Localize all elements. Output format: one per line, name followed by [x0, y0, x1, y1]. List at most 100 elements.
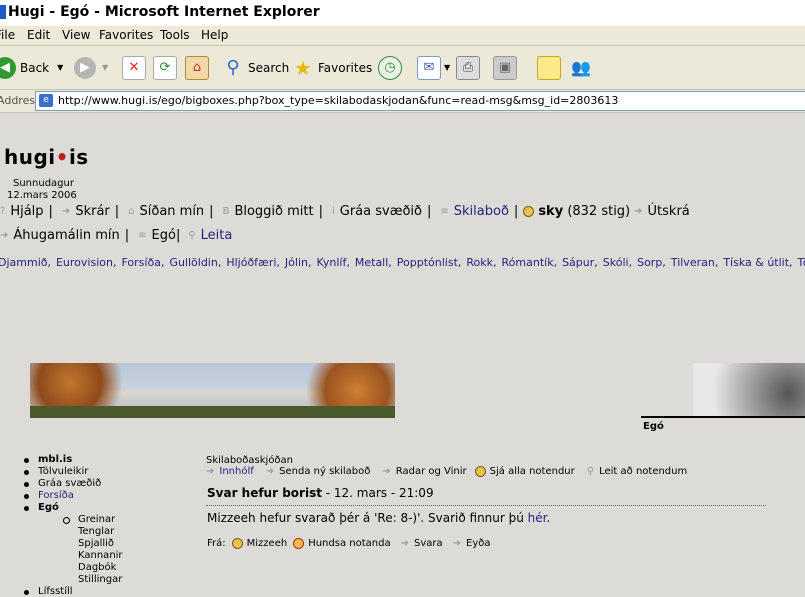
message-link-here[interactable]: hér: [528, 511, 547, 525]
category-link[interactable]: Hljóðfæri,: [226, 256, 280, 269]
category-link[interactable]: Tíska & útlit,: [723, 256, 792, 269]
delete-link[interactable]: ➜ Eyða: [449, 538, 491, 549]
sidebar-item-tolvuleikir[interactable]: Tölvuleikir: [38, 466, 88, 477]
category-link[interactable]: Gullöldin,: [169, 256, 221, 269]
info-icon: i: [331, 206, 335, 217]
edit-button[interactable]: ▣: [493, 46, 517, 89]
arrow-icon: ➜: [452, 538, 461, 549]
nav-ahugamalin[interactable]: ➜ Áhugamálin mín: [0, 228, 120, 243]
menu-edit[interactable]: Edit: [27, 28, 50, 42]
forward-button[interactable]: ▶ ▼: [74, 46, 108, 89]
reply-link[interactable]: ➜ Svara: [397, 538, 443, 549]
stop-button[interactable]: ✕: [122, 46, 146, 89]
sidebar-sub-spjallid[interactable]: Spjallið: [78, 538, 114, 549]
category-links: Djammið, Eurovision, Forsíða, Gullöldin, Hlj…: [0, 256, 805, 269]
category-link[interactable]: Eurovision,: [56, 256, 116, 269]
user-smiley-icon: [523, 206, 535, 217]
nav-leita[interactable]: ⚲ Leita: [184, 228, 232, 243]
category-link[interactable]: Djammið,: [0, 256, 51, 269]
search-button[interactable]: ⚲ Search: [222, 46, 289, 89]
back-button[interactable]: ◀ Back ▼: [0, 46, 63, 89]
help-icon: ?: [0, 206, 6, 217]
address-field[interactable]: e http://www.hugi.is/ego/bigboxes.php?bo…: [35, 91, 805, 111]
ignore-icon: [293, 538, 305, 549]
nav-graa-svaedid[interactable]: i Gráa svæðið: [328, 204, 422, 219]
category-link[interactable]: Rómantík,: [502, 256, 558, 269]
radar-friends-link[interactable]: ➜ Radar og Vinir: [378, 466, 466, 477]
main-nav-row-2: ➜ Áhugamálin mín | ≡ Egó | ⚲ Leita: [0, 228, 233, 243]
sidebar-sub-kannanir[interactable]: Kannanir: [78, 550, 123, 561]
arrow-icon: ➜: [265, 466, 275, 477]
menu-help[interactable]: Help: [201, 28, 228, 42]
category-link[interactable]: Jólin,: [285, 256, 312, 269]
nav-bloggid[interactable]: B Bloggið mitt: [219, 204, 314, 219]
back-dropdown-icon[interactable]: ▼: [57, 63, 63, 72]
from-user-link[interactable]: Mizzeeh: [231, 538, 287, 549]
forward-dropdown-icon[interactable]: ▼: [102, 63, 108, 72]
mail-button[interactable]: ✉ ▼: [417, 46, 450, 89]
nav-skilabod[interactable]: ≡ Skilaboð: [436, 204, 509, 219]
bullet: [24, 458, 29, 463]
favorites-star-icon: ★: [294, 55, 312, 80]
menu-favorites[interactable]: Favorites: [99, 28, 153, 42]
menu-view[interactable]: View: [62, 28, 90, 42]
message-actions: Frá: Mizzeeh Hundsa notanda ➜ Svara ➜ Eyða: [207, 538, 496, 549]
message-date: - 12. mars - 21:09: [321, 486, 434, 500]
sidebar-sub-dagbok[interactable]: Dagbók: [78, 562, 116, 573]
message-body: Mizzeeh hefur svarað þér á 'Re: 8-)'. Sv…: [207, 511, 551, 525]
message-subject: Svar hefur borist: [207, 486, 322, 500]
send-new-message-link[interactable]: ➜ Senda ný skilaboð: [262, 466, 371, 477]
category-link[interactable]: Skóli,: [603, 256, 632, 269]
sidebar-sub-tenglar[interactable]: Tenglar: [78, 526, 114, 537]
sidebar-item-forsida[interactable]: Forsíða: [38, 490, 74, 501]
discuss-button[interactable]: [537, 46, 561, 89]
category-link[interactable]: Tö: [798, 256, 805, 269]
nav-user[interactable]: sky (832 stig): [523, 204, 630, 219]
see-all-users-link[interactable]: Sjá alla notendur: [474, 466, 575, 477]
search-users-link[interactable]: ⚲ Leit að notendum: [583, 466, 687, 477]
sidebar-item-ego[interactable]: Egó: [38, 502, 59, 513]
search-small-icon: ⚲: [586, 466, 595, 477]
category-link[interactable]: Sorp,: [637, 256, 666, 269]
arrow-icon: ➜: [206, 466, 215, 477]
date: 12.mars 2006: [7, 190, 77, 201]
category-link[interactable]: Forsíða,: [121, 256, 164, 269]
messenger-button[interactable]: 👥: [570, 46, 592, 89]
nav-ego[interactable]: ≡ Egó: [134, 228, 176, 243]
category-link[interactable]: Sápur,: [562, 256, 598, 269]
mail-dropdown-icon[interactable]: ▼: [444, 63, 450, 72]
menu-tools[interactable]: Tools: [160, 28, 190, 42]
bullet: [24, 482, 29, 487]
logout-arrow-icon: ➜: [634, 206, 643, 217]
category-link[interactable]: Tilveran,: [671, 256, 719, 269]
nav-utskra[interactable]: ➜ Útskrá: [630, 204, 690, 219]
print-button[interactable]: ⎙: [456, 46, 480, 89]
sidebar-item-mbl[interactable]: mbl.is: [38, 454, 72, 465]
home-button[interactable]: ⌂: [185, 46, 209, 89]
refresh-button[interactable]: ⟳: [153, 46, 177, 89]
bullet: [24, 506, 29, 511]
title-bar: Hugi - Egó - Microsoft Internet Explorer: [0, 0, 805, 27]
inbox-link[interactable]: ➜ Innhólf: [206, 466, 254, 477]
ego-icon: ≡: [138, 230, 147, 241]
category-link[interactable]: Metall,: [355, 256, 392, 269]
ie-window-icon: [0, 5, 6, 19]
sidebar-sub-stillingar[interactable]: Stillingar: [78, 574, 122, 585]
sidebar-item-lifsstill[interactable]: Lífsstíll: [38, 586, 73, 597]
message-subject-line: Svar hefur borist - 12. mars - 21:09: [207, 486, 434, 500]
sidebar-sub-greinar[interactable]: Greinar: [78, 514, 115, 525]
favorites-button[interactable]: ★ Favorites: [292, 46, 372, 89]
page-favicon-icon: e: [39, 94, 53, 107]
menu-file[interactable]: File: [0, 28, 15, 42]
refresh-icon: ⟳: [153, 55, 177, 80]
sidebar-item-graa[interactable]: Gráa svæðið: [38, 478, 101, 489]
nav-sidan-min[interactable]: ⌂ Síðan mín: [124, 204, 204, 219]
category-link[interactable]: Rokk,: [466, 256, 496, 269]
history-button[interactable]: ◷: [378, 46, 402, 89]
hugi-logo[interactable]: hugi•is: [4, 145, 89, 169]
category-link[interactable]: Popptónlist,: [397, 256, 462, 269]
ignore-user-link[interactable]: Hundsa notanda: [293, 538, 391, 549]
nav-skrar[interactable]: ➜ Skrár: [58, 204, 110, 219]
nav-hjalp[interactable]: ? Hjálp: [0, 204, 44, 219]
category-link[interactable]: Kynlíf,: [316, 256, 349, 269]
